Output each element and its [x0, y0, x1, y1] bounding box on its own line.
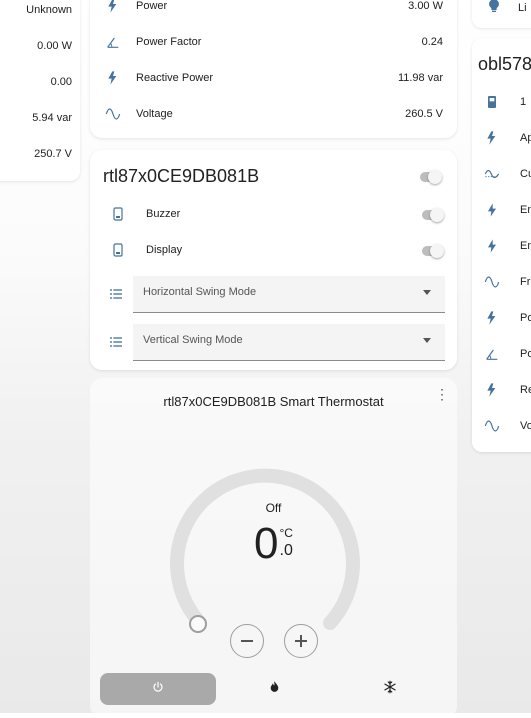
thermostat-title: rtl87x0CE9DB081B Smart Thermostat [163, 394, 384, 409]
flash-icon [484, 202, 500, 218]
thermostat-card: rtl87x0CE9DB081B Smart Thermostat ⋮ Off … [90, 378, 457, 718]
decrease-button[interactable] [230, 624, 264, 658]
sine-wave-icon [484, 274, 500, 290]
caret-down-icon [423, 338, 431, 343]
minus-icon [241, 640, 253, 642]
buzzer-toggle[interactable] [422, 208, 444, 222]
power-sensor-card: Power 3.00 W Power Factor 0.24 Reactive … [90, 0, 457, 138]
temperature-integer: 0 [254, 519, 279, 568]
vertical-swing-select[interactable]: Vertical Swing Mode [133, 324, 445, 361]
temperature-display: 0 °C .0 [90, 522, 457, 566]
select-placeholder: Vertical Swing Mode [143, 334, 243, 346]
lightning-icon [484, 130, 500, 146]
lightning-icon [484, 382, 500, 398]
sensor-value: 3.00 W [408, 0, 443, 12]
sensor-label: Power Factor [136, 36, 202, 48]
right-row-label: Fr [520, 276, 531, 288]
right-row[interactable]: En [472, 192, 531, 228]
right-row[interactable]: Ap [472, 120, 531, 156]
list-icon [108, 286, 124, 302]
sensor-label: Reactive Power [136, 72, 214, 84]
angle-icon [484, 346, 500, 362]
right-row[interactable]: Po [472, 300, 531, 336]
switch-label: Display [146, 244, 183, 256]
select-placeholder: Horizontal Swing Mode [143, 286, 257, 298]
right-row-label: Ap [520, 132, 531, 144]
right-card-title: obl578 [478, 54, 531, 74]
temperature-decimal: .0 [279, 542, 293, 559]
sensor-value: 260.5 V [405, 108, 443, 120]
right-row-label: Po [520, 348, 531, 360]
list-icon [108, 334, 124, 350]
device-title: rtl87x0CE9DB081B [103, 166, 260, 186]
left-value-1: 0.00 W [37, 40, 72, 52]
right-row[interactable]: Cu [472, 156, 531, 192]
sine-wave-icon [484, 418, 500, 434]
temperature-unit: °C [279, 526, 293, 540]
mode-heat-button[interactable] [216, 673, 332, 705]
right-row[interactable]: Re [472, 372, 531, 408]
caret-down-icon [423, 290, 431, 295]
switch-row-display[interactable]: Display [90, 232, 457, 268]
right-row[interactable]: Fr [472, 264, 531, 300]
dial-handle[interactable] [189, 615, 207, 633]
tablet-icon [110, 206, 126, 222]
sensor-row-reactive-power[interactable]: Reactive Power 11.98 var [90, 60, 457, 96]
right-row-label: Vo [520, 420, 531, 432]
sensor-row-voltage[interactable]: Voltage 260.5 V [90, 96, 457, 132]
right-device-card: obl578 1 Ap Cu En En Fr Po Po Re Vo [472, 38, 531, 452]
snowflake-icon [383, 680, 397, 699]
sensor-value: 11.98 var [397, 72, 443, 84]
hvac-state: Off [265, 501, 282, 515]
right-row-label: 1 [520, 96, 527, 108]
right-row-label: Cu [520, 168, 531, 180]
flash-icon [484, 238, 500, 254]
more-options-icon[interactable]: ⋮ [435, 387, 449, 401]
mode-cool-button[interactable] [332, 673, 448, 705]
left-sensor-card: Unknown 0.00 W 0.00 5.94 var 250.7 V [0, 0, 80, 181]
right-top-card: Li [472, 0, 531, 28]
tablet-icon [110, 242, 126, 258]
sensor-label: Power [136, 0, 168, 12]
lightning-icon [105, 0, 121, 14]
display-toggle[interactable] [422, 244, 444, 258]
horizontal-swing-select[interactable]: Horizontal Swing Mode [133, 276, 445, 313]
sine-wave-icon [105, 106, 121, 122]
right-row-label: En [520, 240, 531, 252]
right-top-label: Li [518, 2, 527, 14]
mode-power-button[interactable] [100, 673, 216, 705]
right-row[interactable]: Vo [472, 408, 531, 444]
device-card: rtl87x0CE9DB081B Buzzer Display Horizont… [90, 150, 457, 370]
sensor-row-power-factor[interactable]: Power Factor 0.24 [90, 24, 457, 60]
right-row[interactable]: Po [472, 336, 531, 372]
switch-row-buzzer[interactable]: Buzzer [90, 196, 457, 232]
device-toggle[interactable] [420, 170, 442, 184]
left-value-2: 0.00 [50, 76, 72, 88]
power-icon [152, 680, 164, 698]
right-row-label: En [520, 204, 531, 216]
angle-icon [105, 34, 121, 50]
right-row-label: Re [520, 384, 531, 396]
switch-label: Buzzer [146, 208, 181, 220]
flame-icon [268, 680, 281, 698]
sensor-label: Voltage [136, 108, 173, 120]
lightning-icon [484, 310, 500, 326]
battery-icon [484, 94, 500, 110]
right-row[interactable]: 1 [472, 84, 531, 120]
increase-button[interactable] [284, 624, 318, 658]
sensor-value: 0.24 [421, 36, 443, 48]
current-ac-icon [484, 166, 500, 182]
left-value-0: Unknown [26, 4, 72, 16]
lightning-icon [105, 70, 121, 86]
sensor-row-power[interactable]: Power 3.00 W [90, 0, 457, 24]
lightbulb-icon [486, 0, 502, 14]
plus-icon [295, 635, 307, 647]
right-row-label: Po [520, 312, 531, 324]
left-value-4: 250.7 V [34, 148, 72, 160]
right-row[interactable]: En [472, 228, 531, 264]
left-value-3: 5.94 var [32, 112, 72, 124]
